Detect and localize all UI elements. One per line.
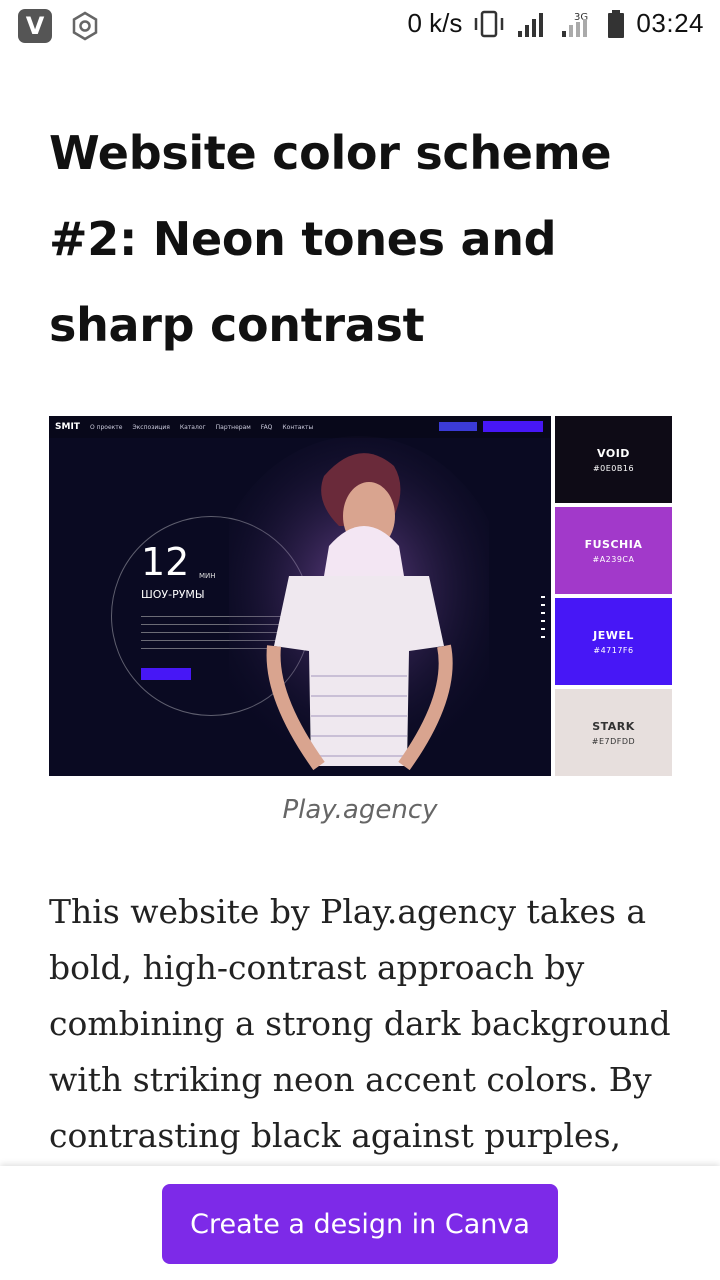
swatch-jewel: JEWEL #4717F6	[555, 598, 672, 685]
settings-hexagon-icon	[72, 11, 98, 41]
screenshot-headline: ШОУ-РУМЫ	[141, 588, 205, 601]
swatch-hex: #E7DFDD	[591, 736, 636, 746]
color-palette: VOID #0E0B16 FUSCHIA #A239CA JEWEL #4717…	[555, 416, 672, 776]
status-bar: V 0 k/s 3G 03:24	[0, 0, 720, 52]
bottom-cta-bar: Create a design in Canva	[0, 1166, 720, 1280]
vibrate-icon	[475, 10, 504, 37]
app-notification-icon: V	[18, 9, 52, 43]
swatch-fuschia: FUSCHIA #A239CA	[555, 507, 672, 594]
screenshot-pagination-dots	[541, 596, 545, 642]
signal-icon	[518, 12, 544, 37]
model-photo	[229, 436, 489, 776]
screenshot-unit-label: МИН	[199, 572, 216, 580]
screenshot-more-button	[141, 668, 191, 680]
signal-3g-icon: 3G	[562, 12, 589, 37]
clock: 03:24	[636, 8, 704, 38]
screenshot-nav-item: FAQ	[260, 423, 273, 431]
screenshot-big-number: 12	[141, 540, 190, 584]
article-paragraph: This website by Play.agency takes a bold…	[49, 892, 671, 1155]
swatch-hex: #0E0B16	[592, 463, 635, 473]
screenshot-ticket-button	[483, 421, 543, 432]
website-screenshot-image: SMIT О проекте Экспозиция Каталог Партне…	[49, 416, 551, 776]
article-figure: SMIT О проекте Экспозиция Каталог Партне…	[49, 416, 672, 776]
article-title: Website color scheme #2: Neon tones and …	[49, 126, 612, 352]
screenshot-social-buttons	[439, 422, 477, 431]
swatch-name: JEWEL	[593, 628, 634, 642]
screenshot-nav-item: Каталог	[179, 423, 206, 431]
create-design-button[interactable]: Create a design in Canva	[162, 1184, 558, 1264]
battery-icon	[608, 9, 625, 38]
screenshot-navbar: SMIT О проекте Экспозиция Каталог Партне…	[49, 416, 551, 438]
swatch-name: VOID	[597, 446, 630, 460]
swatch-hex: #A239CA	[592, 554, 635, 564]
network-speed: 0 k/s	[407, 8, 463, 38]
screenshot-nav-item: Партнерам	[215, 423, 251, 431]
swatch-hex: #4717F6	[593, 645, 634, 655]
swatch-name: STARK	[592, 719, 635, 733]
swatch-name: FUSCHIA	[584, 537, 643, 551]
screenshot-nav-item: О проекте	[89, 423, 123, 431]
swatch-void: VOID #0E0B16	[555, 416, 672, 503]
screenshot-nav-item: Контакты	[282, 423, 314, 431]
screenshot-logo: SMIT	[55, 422, 80, 432]
figure-caption: Play.agency	[282, 795, 438, 825]
screenshot-nav-item: Экспозиция	[132, 423, 170, 431]
swatch-stark: STARK #E7DFDD	[555, 689, 672, 776]
